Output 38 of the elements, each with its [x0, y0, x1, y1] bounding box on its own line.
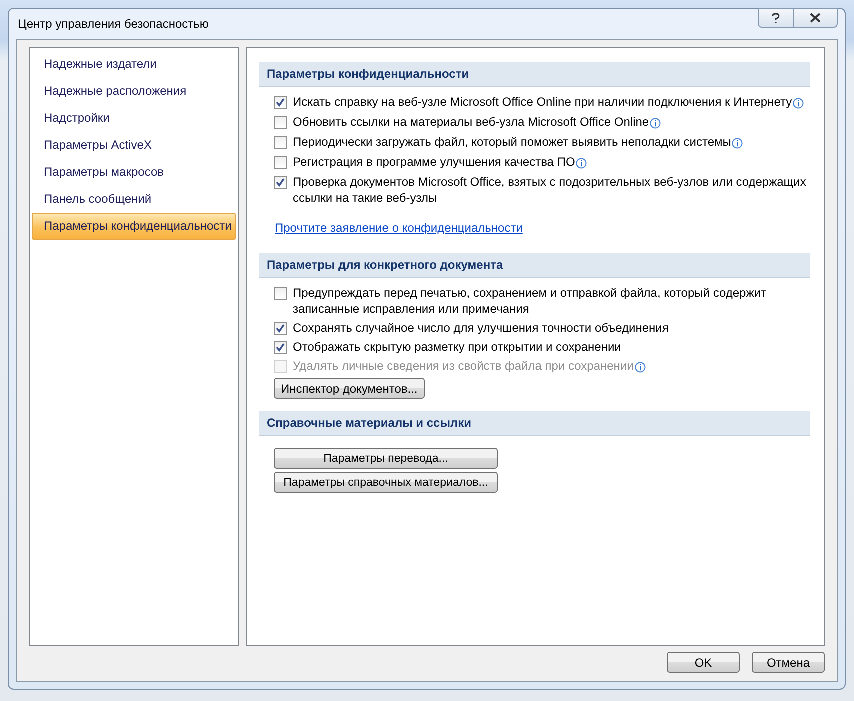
action-button[interactable]: Инспектор документов... [274, 378, 425, 399]
sidebar-item[interactable]: Параметры конфиденциальности [32, 213, 236, 240]
action-button[interactable]: Параметры перевода... [274, 448, 498, 469]
close-button[interactable] [794, 8, 838, 28]
sidebar-item[interactable]: Панель сообщений [32, 186, 236, 213]
section-header: Параметры для конкретного документа [259, 253, 810, 278]
sidebar-item[interactable]: Надстройки [32, 105, 236, 132]
help-icon [772, 12, 780, 24]
checkbox[interactable] [274, 136, 287, 149]
checkbox-label: Проверка документов Microsoft Office, взятых с подозрительных веб-узлов или содержащих ссылки на такие веб-узлы [293, 175, 806, 205]
checkbox-label: Сохранять случайное число для улучшения точности объединения [293, 321, 669, 335]
close-icon [810, 13, 821, 23]
checkbox[interactable] [274, 156, 287, 169]
checkbox[interactable] [274, 116, 287, 129]
section-header: Справочные материалы и ссылки [259, 411, 810, 436]
checkbox-label: Удалять личные сведения из свойств файла при сохранении [293, 359, 634, 373]
checkbox[interactable] [274, 287, 287, 300]
checkbox-label: Предупреждать перед печатью, сохранением и отправкой файла, который содержит записанные исправления или примечания [293, 286, 766, 316]
checkbox[interactable] [274, 176, 287, 189]
checkbox-label: Регистрация в программе улучшения качества ПО [293, 155, 576, 169]
cancel-button[interactable]: Отмена [752, 652, 825, 673]
checkbox[interactable] [274, 341, 287, 354]
checkbox[interactable] [274, 322, 287, 335]
section-header: Параметры конфиденциальности [259, 62, 810, 87]
sidebar-item[interactable]: Параметры ActiveX [32, 132, 236, 159]
checkbox-label: Обновить ссылки на материалы веб-узла Microsoft Office Online [293, 115, 650, 129]
help-button[interactable] [758, 8, 794, 28]
checkbox[interactable] [274, 96, 287, 109]
checkbox-label: Отображать скрытую разметку при открытии и сохранении [293, 340, 622, 354]
sidebar-item[interactable]: Надежные издатели [32, 51, 236, 78]
sidebar-item[interactable]: Надежные расположения [32, 78, 236, 105]
privacy-link[interactable]: Прочтите заявление о конфиденциальности [259, 219, 523, 237]
ok-button[interactable]: OK [667, 652, 740, 673]
sidebar-item[interactable]: Параметры макросов [32, 159, 236, 186]
action-button[interactable]: Параметры справочных материалов... [274, 472, 498, 493]
window-title: Центр управления безопасностью [17, 16, 209, 33]
checkbox-label: Периодически загружать файл, который поможет выявить неполадки системы [293, 135, 732, 149]
checkbox-label: Искать справку на веб-узле Microsoft Office Online при наличии подключения к Интернету [293, 95, 792, 109]
